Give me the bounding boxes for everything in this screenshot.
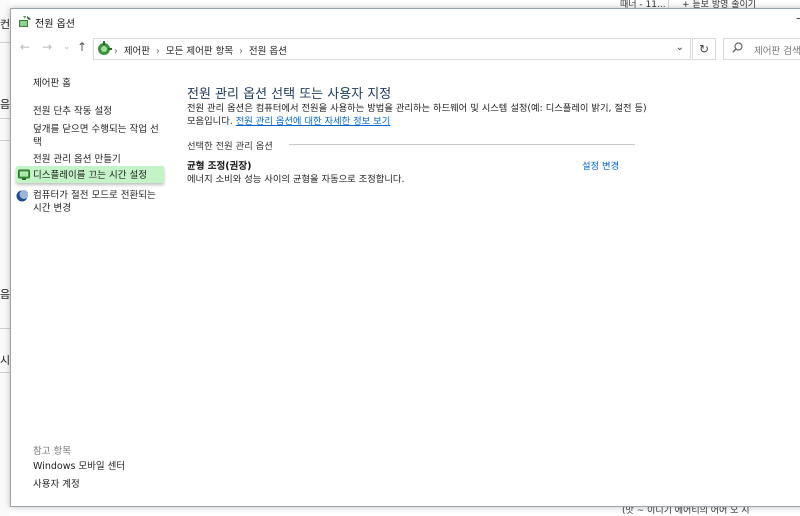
background-divider xyxy=(0,328,10,329)
plan-name: 균형 조정(권장) xyxy=(187,161,252,172)
window-title: 전원 옵션 xyxy=(35,19,75,30)
background-app-bottom: (맛 ~ 이니기 에어티의 어어 오 시 xyxy=(612,506,800,516)
background-text: (맛 ~ 이니기 에어티의 어어 오 시 xyxy=(622,506,750,516)
breadcrumb-separator: › xyxy=(239,46,243,57)
moon-icon xyxy=(16,190,28,202)
breadcrumb-power-options[interactable]: 전원 옵션 xyxy=(249,46,287,57)
address-dropdown-button[interactable]: ⌄ xyxy=(676,42,684,53)
sidebar-item-sleep-time[interactable]: 컴퓨터가 절전 모드로 전환되는 시간 변경 xyxy=(33,189,163,215)
background-text: 컨 xyxy=(0,18,11,31)
search-placeholder: 제어판 검색 xyxy=(754,46,800,57)
search-box[interactable]: 제어판 검색 xyxy=(723,38,800,60)
plan-description: 에너지 소비와 성능 사이의 균형을 자동으로 조정합니다. xyxy=(187,174,405,185)
background-text: 음 xyxy=(0,98,11,111)
sidebar-link-mobility-center[interactable]: Windows 모바일 센터 xyxy=(33,460,125,473)
address-bar[interactable]: › 제어판 › 모든 제어판 항목 › 전원 옵션 ⌄ xyxy=(93,38,691,60)
refresh-button[interactable]: ↻ xyxy=(692,38,716,60)
sidebar-item-create-plan[interactable]: 전원 관리 옵션 만들기 xyxy=(33,153,121,166)
selected-plan-group-label: 선택한 전원 관리 옵션 xyxy=(187,141,273,152)
background-app-left: 컨 음 음 시 xyxy=(0,0,10,516)
breadcrumb-all-items[interactable]: 모든 제어판 항목 xyxy=(166,46,233,57)
sidebar-item-display-off-time[interactable]: 디스플레이를 끄는 시간 설정 xyxy=(33,169,147,182)
back-button[interactable]: ← xyxy=(20,41,30,53)
power-options-window: 전원 옵션 — ← → ⌄ ↑ › 제어판 › 모든 제어판 항목 › 전원 옵션 ⌄ ↻ xyxy=(10,8,800,507)
group-divider xyxy=(289,144,635,145)
forward-button[interactable]: → xyxy=(42,41,52,53)
title-bar[interactable]: 전원 옵션 — xyxy=(11,9,800,35)
display-icon xyxy=(18,169,30,180)
sidebar-link-user-accounts[interactable]: 사용자 계정 xyxy=(33,478,80,491)
page-title: 전원 관리 옵션 선택 또는 사용자 지정 xyxy=(187,87,392,102)
search-icon xyxy=(732,42,743,53)
control-panel-icon xyxy=(98,41,112,55)
up-button[interactable]: ↑ xyxy=(77,41,87,53)
breadcrumb: › 제어판 › 모든 제어판 항목 › 전원 옵션 xyxy=(114,43,287,57)
background-divider xyxy=(0,372,10,373)
recent-locations-button[interactable]: ⌄ xyxy=(63,41,71,53)
background-divider xyxy=(0,42,10,43)
breadcrumb-separator: › xyxy=(156,46,160,57)
learn-more-link[interactable]: 전원 관리 옵션에 대한 자세한 정보 보기 xyxy=(236,116,391,127)
page-description: 전원 관리 옵션은 컴퓨터에서 전원을 사용하는 방법을 관리하는 하드웨어 및… xyxy=(187,102,647,128)
background-divider xyxy=(0,118,10,119)
sidebar-item-power-button[interactable]: 전원 단추 작동 설정 xyxy=(33,105,112,118)
breadcrumb-control-panel[interactable]: 제어판 xyxy=(124,46,150,57)
navigation-bar: ← → ⌄ ↑ › 제어판 › 모든 제어판 항목 › 전원 옵션 ⌄ ↻ 제어판 검색 xyxy=(11,35,800,61)
power-options-icon xyxy=(19,16,31,27)
background-divider xyxy=(0,140,10,141)
breadcrumb-separator: › xyxy=(114,46,118,57)
sidebar-item-lid-close[interactable]: 덮개를 닫으면 수행되는 작업 선택 xyxy=(33,123,163,149)
background-text: 시 xyxy=(0,354,11,367)
sidebar-control-panel-home[interactable]: 제어판 홈 xyxy=(33,77,71,90)
see-also-title: 참고 항목 xyxy=(33,446,71,457)
change-plan-settings-link[interactable]: 설정 변경 xyxy=(582,158,619,172)
background-text: 음 xyxy=(0,288,11,301)
minimize-button[interactable]: — xyxy=(796,11,800,25)
